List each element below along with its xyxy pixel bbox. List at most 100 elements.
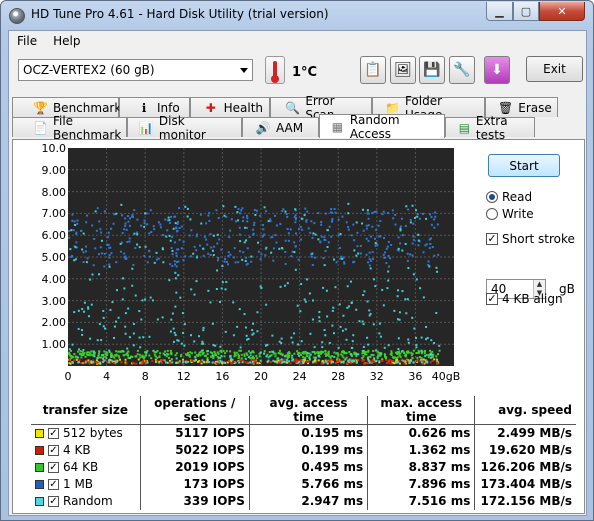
data-point	[117, 316, 120, 319]
data-point	[324, 249, 327, 252]
data-point	[193, 340, 196, 343]
data-point	[102, 325, 105, 328]
tab-aam[interactable]: 🔊 AAM	[242, 117, 319, 137]
data-point	[104, 327, 107, 330]
data-point	[244, 357, 247, 360]
copy-info-button[interactable]: 📋	[360, 56, 386, 84]
data-point	[119, 250, 122, 253]
data-point	[121, 214, 124, 217]
data-point	[417, 233, 420, 236]
data-point	[407, 351, 410, 354]
data-point	[293, 332, 296, 335]
data-point	[148, 255, 151, 258]
short-stroke-checkbox[interactable]: ✓ Short stroke	[486, 232, 575, 246]
data-point	[294, 268, 297, 271]
drive-select[interactable]: OCZ-VERTEX2 (60 gB)	[18, 59, 253, 81]
tab-extra-tests[interactable]: ▤ Extra tests	[445, 114, 535, 142]
data-point	[255, 354, 258, 357]
write-radio[interactable]: Write	[486, 207, 534, 221]
data-point	[396, 295, 399, 298]
data-point	[77, 348, 80, 351]
data-point	[359, 252, 362, 255]
data-point	[206, 357, 209, 360]
data-point	[149, 209, 152, 212]
data-point	[219, 360, 222, 363]
data-point	[211, 361, 214, 364]
data-point	[182, 240, 185, 243]
data-point	[362, 346, 365, 349]
tab-disk-monitor[interactable]: 📊 Disk monitor	[127, 114, 242, 142]
data-point	[330, 355, 333, 358]
data-point	[376, 355, 379, 358]
title-bar[interactable]: HD Tune Pro 4.61 - Hard Disk Utility (tr…	[1, 1, 593, 29]
data-point	[164, 350, 167, 353]
exit-button[interactable]: Exit	[526, 56, 583, 82]
data-point	[291, 250, 294, 253]
data-point	[247, 337, 250, 340]
menu-help[interactable]: Help	[45, 31, 88, 51]
data-point	[170, 247, 173, 250]
data-point	[328, 225, 331, 228]
data-point	[324, 350, 327, 353]
series-checkbox[interactable]: ✓	[48, 462, 59, 473]
close-button[interactable]: ✕	[539, 2, 585, 21]
save-button[interactable]: 💾	[419, 56, 445, 84]
menu-file[interactable]: File	[9, 31, 45, 51]
data-point	[211, 354, 214, 357]
tab-random-access[interactable]: ▦ Random Access	[319, 113, 445, 141]
data-point	[229, 229, 232, 232]
avg-access-cell: 2.947 ms	[248, 492, 368, 510]
copy-screenshot-button[interactable]: 🖼	[390, 56, 416, 84]
maximize-button[interactable]: ▢	[513, 2, 539, 21]
download-button[interactable]: ⬇	[484, 56, 510, 84]
options-button[interactable]: 🔧	[449, 56, 475, 84]
series-color-swatch	[35, 429, 44, 439]
data-point	[422, 296, 425, 299]
series-checkbox[interactable]: ✓	[48, 479, 59, 490]
data-point	[161, 358, 164, 361]
data-point	[84, 361, 87, 364]
data-point	[168, 279, 171, 282]
data-point	[176, 248, 179, 251]
data-point	[92, 360, 95, 363]
tab-file-benchmark[interactable]: 📄 File Benchmark	[12, 114, 127, 142]
data-point	[180, 247, 183, 250]
align-checkbox[interactable]: ✓ 4 KB align	[486, 292, 563, 306]
data-point	[228, 360, 231, 363]
data-point	[113, 213, 116, 216]
data-point	[163, 359, 166, 362]
data-point	[100, 239, 103, 242]
data-point	[322, 257, 325, 260]
data-point	[216, 355, 219, 358]
data-point	[365, 253, 368, 256]
data-point	[115, 350, 118, 353]
read-radio[interactable]: Read	[486, 190, 532, 204]
data-point	[190, 288, 193, 291]
data-point	[75, 358, 78, 361]
series-checkbox[interactable]: ✓	[48, 445, 59, 456]
data-point	[345, 338, 348, 341]
data-point	[267, 220, 270, 223]
minimize-button[interactable]: ▁	[486, 2, 513, 21]
data-point	[373, 278, 376, 281]
data-point	[378, 235, 381, 238]
speed-cell: 126.206 MB/s	[474, 458, 576, 476]
data-point	[306, 210, 309, 213]
data-point	[398, 350, 401, 353]
data-point	[215, 288, 218, 291]
data-point	[177, 274, 180, 277]
series-checkbox[interactable]: ✓	[48, 428, 59, 440]
series-checkbox[interactable]: ✓	[48, 496, 59, 507]
data-point	[310, 220, 313, 223]
data-point	[365, 237, 368, 240]
data-point	[149, 296, 152, 299]
data-point	[314, 352, 317, 355]
data-point	[209, 233, 212, 236]
data-point	[159, 223, 162, 226]
data-point	[303, 357, 306, 360]
start-button[interactable]: Start	[488, 154, 560, 177]
data-point	[290, 255, 293, 258]
data-point	[243, 353, 246, 356]
data-point	[311, 252, 314, 255]
col-max-access: max. access time	[367, 396, 475, 425]
